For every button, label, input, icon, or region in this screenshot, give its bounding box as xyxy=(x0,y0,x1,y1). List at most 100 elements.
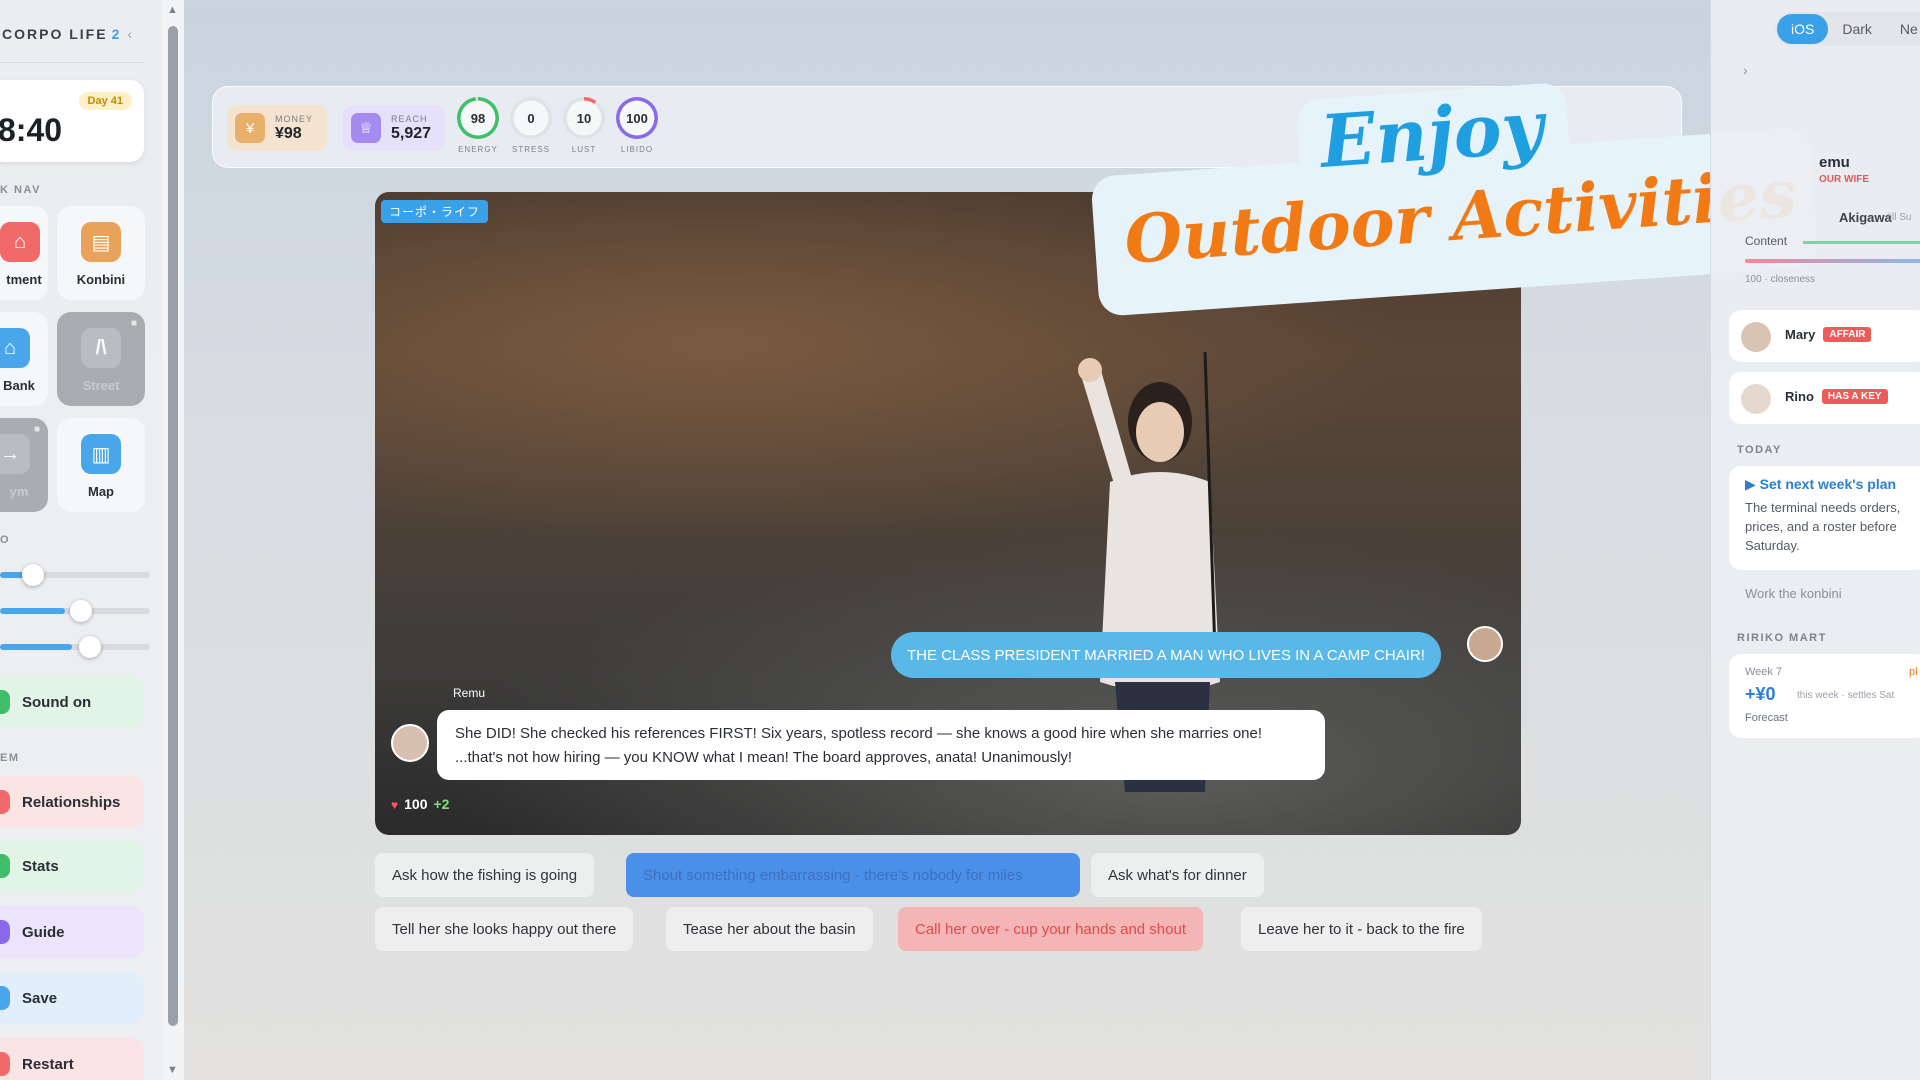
gym-icon: → xyxy=(0,434,30,474)
gauge-ring: 100 xyxy=(616,97,658,139)
reach-pill: ♕ REACH 5,927 xyxy=(343,105,446,151)
mood-label: Content xyxy=(1745,234,1788,248)
libido-gauge: 100 LIBIDO xyxy=(614,97,660,154)
save-button[interactable]: Save xyxy=(0,972,144,1024)
nav-tile-map[interactable]: ▥ Map xyxy=(57,418,145,512)
stats-indicator xyxy=(0,854,10,878)
yen-icon: ¥ xyxy=(235,113,265,143)
trophy-icon: ♕ xyxy=(351,113,381,143)
sound-indicator xyxy=(0,690,10,714)
theme-option-neon[interactable]: Ne xyxy=(1886,14,1920,44)
scroll-up-icon[interactable]: ▲ xyxy=(167,4,178,16)
nav-tile-label: Street xyxy=(82,378,120,393)
gauge-label: LIBIDO xyxy=(620,145,654,154)
relationships-indicator xyxy=(0,790,10,814)
chevron-left-icon[interactable]: ‹ xyxy=(127,26,134,42)
slider-knob[interactable] xyxy=(70,600,92,622)
store-icon: ▤ xyxy=(81,222,121,262)
lock-icon: ■ xyxy=(130,318,137,329)
stress-gauge: 0 STRESS xyxy=(508,97,554,154)
choice-button[interactable]: Leave her to it - back to the fire xyxy=(1241,907,1482,951)
mart-card[interactable]: Week 7 pl +¥0 this week · settles Sat Fo… xyxy=(1729,654,1920,738)
brand-title: CORPO LIFE xyxy=(2,26,108,42)
contact-name: Rino xyxy=(1785,389,1814,404)
button-label: Save xyxy=(22,989,58,1007)
choice-button[interactable]: Shout something embarrassing - there's n… xyxy=(626,853,1080,897)
stats-button[interactable]: Stats xyxy=(0,840,144,892)
save-indicator xyxy=(0,986,10,1010)
choice-button[interactable]: Tease her about the basin xyxy=(666,907,873,951)
nav-tile-label: tment xyxy=(6,272,42,287)
sound-toggle[interactable]: Sound on xyxy=(0,676,144,728)
heart-icon: ♥ xyxy=(391,798,399,812)
closeness-bar xyxy=(1745,259,1920,263)
nav-tile-label: Map xyxy=(88,484,114,499)
sound-label: Sound on xyxy=(22,693,92,711)
reach-value: 5,927 xyxy=(391,124,432,142)
play-icon: ▶ xyxy=(1745,476,1760,492)
contact-card-mary[interactable]: Mary AFFAIR xyxy=(1729,310,1920,362)
nav-section-label: K NAV xyxy=(0,184,41,196)
scroll-down-icon[interactable]: ▼ xyxy=(167,1064,178,1076)
money-label: MONEY xyxy=(275,113,314,124)
button-label: Relationships xyxy=(22,793,121,811)
choice-button[interactable]: Tell her she looks happy out there xyxy=(375,907,634,951)
settings-section-label: O xyxy=(0,534,11,546)
reach-label: REACH xyxy=(391,113,428,124)
nav-tile-bank[interactable]: ⌂ Bank xyxy=(0,312,48,406)
restart-indicator xyxy=(0,1052,10,1076)
slider-knob[interactable] xyxy=(79,636,101,658)
mart-label: RIRIKO MART xyxy=(1737,632,1827,644)
wife-name: emu xyxy=(1819,154,1850,171)
avatar xyxy=(1741,322,1771,352)
bank-icon: ⌂ xyxy=(0,328,30,368)
theme-switcher[interactable]: iOS Dark Ne xyxy=(1775,12,1920,46)
gauge-label: ENERGY xyxy=(458,145,498,154)
dialogue-box[interactable]: She DID! She checked his references FIRS… xyxy=(437,710,1325,780)
wife-role: OUR WIFE xyxy=(1819,174,1869,185)
status-badge: AFFAIR xyxy=(1823,327,1872,342)
choice-button[interactable]: Ask how the fishing is going xyxy=(375,853,595,897)
sidebar-scrollbar[interactable]: ▲ ▼ xyxy=(162,0,184,1080)
secondary-task[interactable]: Work the konbini xyxy=(1745,586,1842,601)
mart-pl: pl xyxy=(1909,666,1918,678)
theme-option-dark[interactable]: Dark xyxy=(1828,14,1886,44)
volume-slider-3[interactable] xyxy=(0,636,150,658)
contact-card-rino[interactable]: Rino HAS A KEY xyxy=(1729,372,1920,424)
dialogue-speaker-name: Remu xyxy=(453,686,486,700)
gauge-label: STRESS xyxy=(511,145,550,154)
restart-button[interactable]: Restart xyxy=(0,1038,144,1080)
task-description: The terminal needs orders, prices, and a… xyxy=(1745,500,1901,553)
chevron-right-icon[interactable]: › xyxy=(1743,62,1748,78)
task-card[interactable]: ▶ Set next week's plan The terminal need… xyxy=(1729,466,1920,570)
nav-tile-konbini[interactable]: ▤ Konbini xyxy=(57,206,145,300)
home-icon: ⌂ xyxy=(0,222,40,262)
scroll-thumb[interactable] xyxy=(168,26,178,1026)
theme-option-ios[interactable]: iOS xyxy=(1777,14,1829,44)
relationships-button[interactable]: Relationships xyxy=(0,776,144,828)
day-badge: Day 41 xyxy=(78,92,132,110)
slider-knob[interactable] xyxy=(22,564,44,586)
energy-gauge: 98 ENERGY xyxy=(455,97,501,154)
avatar xyxy=(1741,384,1771,414)
choice-button[interactable]: Ask what's for dinner xyxy=(1091,853,1264,897)
volume-slider-2[interactable] xyxy=(0,600,150,622)
choice-button[interactable]: Call her over - cup your hands and shout xyxy=(898,907,1203,951)
banner-title-line1: Enjoy xyxy=(1317,83,1547,184)
volume-slider-1[interactable] xyxy=(0,564,150,586)
gauge-ring: 10 xyxy=(563,97,605,139)
guide-button[interactable]: Guide xyxy=(0,906,144,958)
button-label: Restart xyxy=(22,1055,74,1073)
money-value: ¥98 xyxy=(275,124,302,142)
button-label: Stats xyxy=(22,857,59,875)
brand-version: 2 xyxy=(111,26,122,42)
mart-week: Week 7 xyxy=(1745,666,1783,678)
app-brand: CORPO LIFE 2 ‹ xyxy=(2,26,134,42)
button-label: Guide xyxy=(22,923,65,941)
mart-note: this week · settles Sat xyxy=(1797,690,1895,701)
nav-tile-apartment[interactable]: ⌂ tment xyxy=(0,206,48,300)
clock-time: 8:40 xyxy=(0,112,63,148)
speaker-avatar xyxy=(1467,626,1503,662)
guide-indicator xyxy=(0,920,10,944)
nav-tile-label: Konbini xyxy=(76,272,126,287)
